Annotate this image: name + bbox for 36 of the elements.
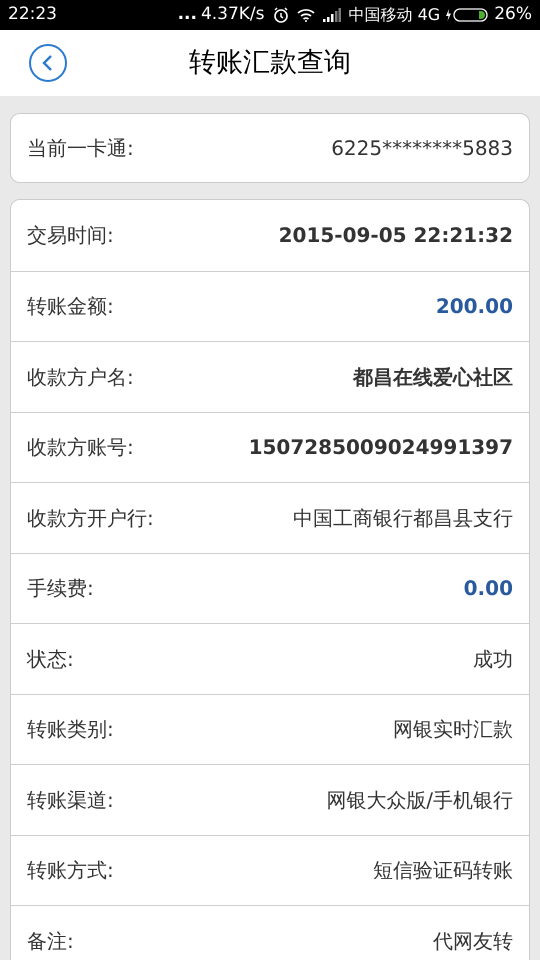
carrier-label: 中国移动 4G: [348, 4, 440, 26]
alarm-icon: [272, 7, 289, 23]
chevron-left-icon: [41, 54, 55, 72]
field-value: 200.00: [436, 293, 513, 320]
field-label: 收款方开户行:: [27, 504, 154, 532]
field-label: 交易时间:: [27, 222, 114, 250]
field-value: 网银实时汇款: [393, 716, 513, 744]
page-title: 转账汇款查询: [189, 46, 351, 80]
field-label: 转账方式:: [27, 857, 114, 884]
field-value: 1507285009024991397: [248, 434, 513, 462]
field-label: 备注:: [27, 928, 74, 955]
network-speed: 4.37K/s: [200, 3, 265, 26]
field-label: 转账渠道:: [27, 786, 114, 814]
field-value: 代网友转: [433, 928, 513, 955]
field-label: 转账金额:: [27, 293, 114, 320]
battery-percent: 26%: [494, 3, 532, 26]
field-label: 状态:: [27, 646, 74, 673]
field-value: 短信验证码转账: [373, 857, 513, 884]
field-value: 2015-09-05 22:21:32: [278, 222, 513, 250]
field-value: 网银大众版/手机银行: [326, 786, 513, 814]
wifi-icon: [296, 8, 315, 22]
status-time: 22:23: [8, 3, 57, 26]
field-value: 都昌在线爱心社区: [353, 364, 513, 391]
charging-battery-icon: [446, 8, 490, 22]
status-dots: ...: [178, 3, 197, 26]
back-button[interactable]: [29, 44, 67, 82]
field-label: 收款方账号:: [27, 434, 134, 462]
field-value: 中国工商银行都昌县支行: [293, 504, 513, 532]
field-label: 转账类别:: [27, 716, 114, 744]
field-label: 当前一卡通:: [27, 135, 134, 162]
signal-icon: [322, 8, 341, 22]
field-value: 6225********5883: [331, 135, 513, 162]
field-label: 收款方户名:: [27, 364, 134, 391]
field-value: 0.00: [464, 575, 513, 602]
field-value: 成功: [473, 646, 513, 673]
field-label: 手续费:: [27, 575, 94, 602]
